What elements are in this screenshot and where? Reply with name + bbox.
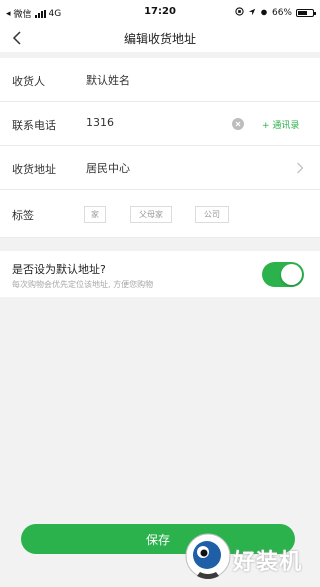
clear-phone-button[interactable] <box>232 118 244 130</box>
contacts-link[interactable]: + 通讯录 <box>262 118 299 131</box>
orientation-lock-icon <box>235 7 244 19</box>
tags-label: 标签 <box>12 209 34 222</box>
edit-address-screen: ◂ 微信 4G 17:20 66% 编辑收货地址 收货人 默认姓名 联系电话 1… <box>0 0 320 587</box>
close-icon <box>235 121 241 127</box>
status-bar: ◂ 微信 4G 17:20 66% <box>0 0 320 26</box>
toggle-knob <box>281 264 302 285</box>
address-form: 收货人 默认姓名 联系电话 1316 + 通讯录 收货地址 居民中心 标签 家 … <box>0 58 320 238</box>
status-right: 66% <box>235 7 316 19</box>
watermark-logo: 好装机 <box>183 532 315 584</box>
phone-input[interactable]: 1316 <box>86 116 114 129</box>
phone-row: 联系电话 1316 + 通讯录 <box>0 102 320 146</box>
tag-home[interactable]: 家 <box>84 206 106 223</box>
watermark-emblem-icon <box>185 533 231 579</box>
default-address-subtitle: 每次购物会优先定位该地址, 方便您购物 <box>12 280 154 289</box>
receiver-input[interactable]: 默认姓名 <box>86 72 130 88</box>
address-label: 收货地址 <box>12 163 56 176</box>
watermark-text: 好装机 <box>233 550 303 575</box>
tag-parents-home[interactable]: 父母家 <box>130 206 172 223</box>
phone-label: 联系电话 <box>12 119 56 132</box>
battery-label: 66% <box>271 8 292 18</box>
battery-icon <box>296 9 316 17</box>
chevron-right-icon[interactable] <box>296 162 304 174</box>
receiver-label: 收货人 <box>12 75 45 88</box>
battery-fill <box>298 11 307 15</box>
nav-bar: 编辑收货地址 <box>0 26 320 52</box>
alarm-icon <box>260 8 268 19</box>
receiver-row: 收货人 默认姓名 <box>0 58 320 102</box>
default-address-toggle[interactable] <box>262 262 304 287</box>
default-address-section: 是否设为默认地址? 每次购物会优先定位该地址, 方便您购物 <box>0 251 320 297</box>
tag-company[interactable]: 公司 <box>195 206 229 223</box>
address-row[interactable]: 收货地址 居民中心 <box>0 146 320 190</box>
address-value[interactable]: 居民中心 <box>86 160 130 176</box>
default-address-title: 是否设为默认地址? <box>12 263 106 276</box>
page-title: 编辑收货地址 <box>123 32 196 46</box>
location-icon <box>248 8 256 19</box>
